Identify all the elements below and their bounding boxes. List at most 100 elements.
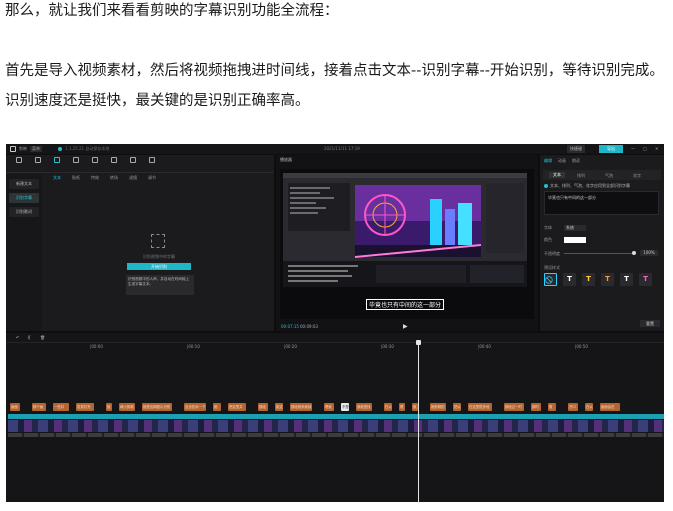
- subtitle-clip[interactable]: 照: [548, 403, 556, 411]
- subtitle-clip[interactable]: 她剪辑的: [430, 403, 446, 411]
- text-subtab-3[interactable]: 花字: [633, 173, 641, 179]
- sidebar-item-0[interactable]: 新建文本: [9, 179, 39, 189]
- subtitle-clip[interactable]: 那段过一时: [504, 403, 524, 411]
- preset-style-4[interactable]: T: [620, 273, 633, 286]
- playhead[interactable]: [416, 340, 421, 502]
- subtitle-clip[interactable]: 一些并: [53, 403, 69, 411]
- ruler-tick: |00:40: [478, 344, 491, 349]
- opacity-label: 不透明度: [544, 251, 560, 256]
- subtitle-clip[interactable]: 在这里很多他: [468, 403, 492, 411]
- video-preview[interactable]: 毕竟也只有中间的这一部分: [280, 169, 534, 319]
- subtitle-clip[interactable]: 嗯就: [324, 403, 334, 411]
- close-icon[interactable]: ✕: [655, 146, 658, 151]
- opacity-slider-handle[interactable]: [632, 251, 636, 255]
- subtitle-clip[interactable]: 那段用来继续: [290, 403, 312, 411]
- minimize-icon[interactable]: —: [631, 146, 635, 151]
- video-track[interactable]: [8, 420, 664, 432]
- tab-icon: [35, 157, 41, 163]
- play-button[interactable]: ▶: [403, 323, 408, 330]
- text-subtab-2[interactable]: 气泡: [605, 173, 613, 179]
- start-recognition-button[interactable]: 开始识别: [127, 263, 191, 270]
- player-controls: 00:07:15 00:09:03 ▶: [276, 323, 538, 331]
- editor-screenshot: 剪映 菜单 1.1.25.21 自动保存本地 2021/11/11 17:19 …: [6, 144, 664, 502]
- subtitle-clip[interactable]: 就是这种图片识别: [142, 403, 172, 411]
- text-track[interactable]: [8, 414, 664, 419]
- app-logo-icon: [10, 146, 16, 152]
- color-picker[interactable]: [564, 237, 586, 243]
- subtitle-clip[interactable]: 把这里并: [228, 403, 246, 411]
- preset-style-1[interactable]: T: [563, 273, 576, 286]
- tab-icon: [111, 157, 117, 163]
- shortcut-button[interactable]: 快捷键: [567, 145, 585, 153]
- text-subtabs: 文本 排列 气泡 花字: [543, 170, 661, 180]
- color-label: 颜色: [544, 237, 552, 242]
- total-time: 00:09:03: [300, 324, 318, 329]
- subtitle-clip[interactable]: 画面: [10, 403, 20, 411]
- subtitle-clip[interactable]: 在以: [585, 403, 593, 411]
- timeline: ↶ I[🗑 |00:00 |00:10 |00:20 |00:30 |00:40 |00:5…: [6, 333, 664, 502]
- subtitle-clip[interactable]: 即时: [531, 403, 541, 411]
- subtitle-clip[interactable]: 那段: [258, 403, 268, 411]
- preset-style-5[interactable]: T: [639, 273, 652, 286]
- properties-tab-0[interactable]: 编辑: [544, 158, 552, 164]
- reset-button[interactable]: 重置: [640, 320, 660, 327]
- apply-all-label: 文本、排列、气泡、花字应用到全部识别字幕: [550, 183, 630, 188]
- opacity-value[interactable]: 100%: [640, 250, 658, 256]
- apply-all-checkbox[interactable]: [544, 184, 548, 188]
- preset-style-0[interactable]: ⃠: [544, 273, 557, 286]
- subtitle-clip[interactable]: 两小剪辑: [119, 403, 135, 411]
- subtitle-clip[interactable]: 就: [106, 403, 112, 411]
- subtitle-clip[interactable]: 这也告诉一下: [184, 403, 206, 411]
- subtitle-clip[interactable]: 开口: [568, 403, 578, 411]
- autosave-status-icon: [58, 147, 62, 151]
- recognition-tooltip: 识别视频中的人声，并自动在时间轴上生成字幕文本。: [126, 275, 194, 295]
- subtitle-clip[interactable]: 画面会在: [600, 403, 620, 411]
- timeline-tool-1[interactable]: I[: [28, 335, 31, 340]
- subtitle-clip[interactable]: 能这: [275, 403, 283, 411]
- editor-titlebar: 剪映 菜单 1.1.25.21 自动保存本地 2021/11/11 17:19 …: [6, 144, 664, 154]
- subtitle-text-input[interactable]: 毕竟也只有中间的这一部分: [544, 191, 659, 215]
- properties-panel: 编辑 动画 朗读 文本 排列 气泡 花字 文本、排列、气泡、花字应用到全部识别字幕 毕竟也…: [540, 155, 664, 331]
- export-button[interactable]: 导出: [599, 145, 623, 153]
- subtitle-clip[interactable]: 把以: [453, 403, 461, 411]
- playhead-handle[interactable]: [416, 340, 421, 345]
- project-status: 1.1.25.21 自动保存本地: [65, 146, 110, 151]
- tab-icon: [73, 157, 79, 163]
- article-paragraph-steps: 首先是导入视频素材，然后将视频拖拽进时间线，接着点击文本--识别字幕--开始识别…: [5, 63, 664, 109]
- sidebar-item-2[interactable]: 识别歌词: [9, 207, 39, 217]
- text-subtab-1[interactable]: 排列: [577, 173, 585, 179]
- subtitle-clip[interactable]: 嗯: [399, 403, 405, 411]
- subtitle-clip[interactable]: 发现并完: [76, 403, 94, 411]
- ruler-tick: |00:30: [381, 344, 394, 349]
- article-paragraph-intro: 那么，就让我们来看看剪映的字幕识别功能全流程：: [5, 3, 339, 19]
- ruler-tick: |00:20: [284, 344, 297, 349]
- video-frame-graphic: [280, 169, 534, 319]
- subtitle-clip[interactable]: 她: [213, 403, 221, 411]
- properties-tab-1[interactable]: 动画: [558, 158, 566, 164]
- subtitle-clip[interactable]: 那个画: [32, 403, 46, 411]
- subtitle-track: 画面 那个画 一些并 发现并完 就两小剪辑 就是这种图片识别 这也告诉一下她把这里并 那段 能这…: [6, 403, 664, 411]
- menu-button[interactable]: 菜单: [30, 146, 42, 152]
- preset-style-3[interactable]: T: [601, 273, 614, 286]
- text-subtab-0[interactable]: 文本: [549, 172, 565, 178]
- font-select[interactable]: 系统: [564, 225, 586, 231]
- font-label: 字体: [544, 225, 552, 230]
- video-subtitle[interactable]: 毕竟也只有中间的这一部分: [366, 299, 445, 310]
- tab-icon: [92, 157, 98, 163]
- subtitle-clip[interactable]: 不是: [341, 403, 349, 411]
- audio-track[interactable]: [8, 433, 664, 437]
- timeline-tool-0[interactable]: ↶: [16, 335, 19, 340]
- properties-tab-2[interactable]: 朗读: [572, 158, 580, 164]
- timeline-ruler: |00:00 |00:10 |00:20 |00:30 |00:40 |00:50: [6, 344, 664, 352]
- material-tabs: 视频音频文本贴纸特效转场滤镜调节: [6, 155, 274, 180]
- subtitle-clip[interactable]: 在以: [384, 403, 392, 411]
- sidebar-item-1[interactable]: 识别字幕: [9, 193, 39, 203]
- preset-style-2[interactable]: T: [582, 273, 595, 286]
- ruler-tick: |00:00: [90, 344, 103, 349]
- opacity-slider[interactable]: [564, 251, 636, 255]
- maximize-icon[interactable]: □: [643, 146, 647, 151]
- text-sidebar: 新建文本识别字幕识别歌词: [6, 174, 42, 331]
- subtitle-clip[interactable]: 我就是找: [356, 403, 372, 411]
- timeline-tool-2[interactable]: 🗑: [40, 335, 45, 340]
- recognize-placeholder-icon: [151, 234, 165, 248]
